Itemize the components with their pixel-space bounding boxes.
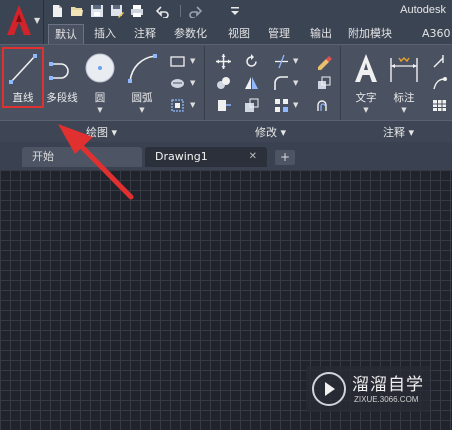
new-tab-button[interactable]: + <box>275 150 295 165</box>
tab-manage[interactable]: 管理 <box>262 24 296 44</box>
dimension-icon <box>390 57 418 82</box>
text-tool-button[interactable]: 文字 ▼ <box>346 50 386 118</box>
array-icon[interactable] <box>270 96 292 114</box>
circle-tool-button[interactable]: 圆 ▼ <box>80 50 120 118</box>
application-menu-button[interactable]: ▼ <box>0 0 44 44</box>
watermark: 溜溜自学 ZIXUE.3066.COM <box>306 366 430 412</box>
close-icon[interactable]: ✕ <box>249 147 257 167</box>
watermark-title: 溜溜自学 <box>352 375 424 395</box>
redo-icon[interactable] <box>184 3 206 19</box>
polyline-icon <box>49 62 69 80</box>
offset-icon[interactable] <box>312 96 334 114</box>
document-tabs: 开始 Drawing1 ✕ + <box>0 142 452 170</box>
tab-output[interactable]: 输出 <box>304 24 338 44</box>
gradient-icon[interactable] <box>166 96 188 114</box>
tab-drawing1[interactable]: Drawing1 ✕ <box>145 147 267 167</box>
watermark-url: ZIXUE.3066.COM <box>354 395 419 404</box>
saveas-icon[interactable] <box>108 3 126 19</box>
text-dropdown-icon[interactable]: ▼ <box>346 106 386 114</box>
ribbon-tabs: 默认 插入 注释 参数化 视图 管理 输出 附加模块 A360 <box>44 22 452 44</box>
title-bar: Autodesk <box>0 0 452 22</box>
tab-parametric[interactable]: 参数化 <box>168 24 213 44</box>
customize-icon[interactable] <box>226 3 244 19</box>
move-icon[interactable] <box>212 52 234 70</box>
tab-annotate[interactable]: 注释 <box>128 24 162 44</box>
rotate-icon[interactable] <box>240 52 262 70</box>
erase-icon[interactable] <box>312 52 334 70</box>
rectangle-icon[interactable] <box>166 52 188 70</box>
watermark-logo-icon <box>312 372 346 406</box>
separator <box>180 5 181 17</box>
trim-icon[interactable] <box>270 52 292 70</box>
copy-icon[interactable] <box>212 74 234 92</box>
circle-icon <box>85 53 115 83</box>
chevron-down-icon[interactable]: ▼ <box>190 57 195 65</box>
autocad-logo-icon <box>7 5 31 35</box>
arc-tool-button[interactable]: 圆弧 ▼ <box>122 50 162 118</box>
dimension-tool-label: 标注 <box>393 92 415 104</box>
chevron-down-icon: ▼ <box>34 16 41 25</box>
app-title: Autodesk <box>400 4 446 16</box>
modify-panel-title[interactable]: 修改 ▾ <box>255 124 286 140</box>
dimension-tool-button[interactable]: 标注 ▼ <box>384 50 424 118</box>
chevron-down-icon[interactable]: ▼ <box>190 79 195 87</box>
chevron-down-icon[interactable]: ▼ <box>293 79 298 87</box>
hatch-icon[interactable] <box>166 74 188 92</box>
annotation-panel-title[interactable]: 注释 ▾ <box>383 124 414 140</box>
chevron-down-icon[interactable]: ▼ <box>190 101 195 109</box>
polyline-tool-button[interactable]: 多段线 <box>42 50 82 118</box>
chevron-down-icon[interactable]: ▼ <box>293 101 298 109</box>
arc-tool-label: 圆弧 <box>131 92 153 104</box>
tab-default[interactable]: 默认 <box>48 24 84 44</box>
open-icon[interactable] <box>68 3 86 19</box>
new-icon[interactable] <box>48 3 66 19</box>
ribbon-panel-title-bar: 绘图 ▾ 修改 ▾ 注释 ▾ <box>0 120 452 142</box>
arc-dropdown-icon[interactable]: ▼ <box>122 106 162 114</box>
scale-icon[interactable] <box>240 96 262 114</box>
print-icon[interactable] <box>128 3 146 19</box>
tab-addins[interactable]: 附加模块 <box>342 24 398 44</box>
save-icon[interactable] <box>88 3 106 19</box>
leader-icon[interactable] <box>428 52 450 70</box>
multileader-icon[interactable] <box>428 74 450 92</box>
mirror-icon[interactable] <box>240 74 262 92</box>
tab-view[interactable]: 视图 <box>222 24 256 44</box>
stretch-icon[interactable] <box>212 96 234 114</box>
chevron-down-icon[interactable]: ▼ <box>293 57 298 65</box>
tab-start[interactable]: 开始 <box>22 147 142 167</box>
tab-insert[interactable]: 插入 <box>88 24 122 44</box>
circle-dropdown-icon[interactable]: ▼ <box>80 106 120 114</box>
fillet-icon[interactable] <box>270 74 292 92</box>
text-icon <box>355 54 377 82</box>
draw-panel-title[interactable]: 绘图 ▾ <box>86 124 117 140</box>
explode-icon[interactable] <box>312 74 334 92</box>
arc-icon <box>128 54 157 83</box>
tab-a360[interactable]: A360 <box>416 24 452 44</box>
dimension-dropdown-icon[interactable]: ▼ <box>384 106 424 114</box>
undo-icon[interactable] <box>152 3 174 19</box>
table-icon[interactable] <box>428 96 450 114</box>
